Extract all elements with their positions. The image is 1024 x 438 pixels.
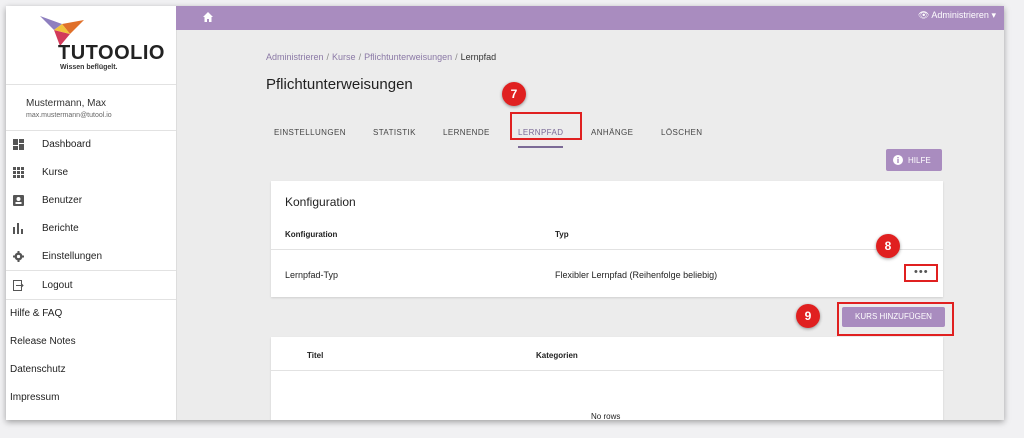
breadcrumb: Administrieren / Kurse / Pflichtunterweisung… (266, 52, 496, 62)
callout-badge-8: 8 (876, 234, 900, 258)
column-header-konfiguration: Konfiguration (285, 230, 338, 239)
sidebar-link-release-notes[interactable]: Release Notes (6, 328, 176, 356)
breadcrumb-link[interactable]: Kurse (332, 52, 356, 62)
callout-highlight-menu (904, 264, 938, 282)
sidebar-link-label: Impressum (10, 392, 60, 403)
sidebar-item-label: Benutzer (42, 195, 83, 206)
breadcrumb-separator: / (358, 52, 362, 62)
sidebar-item-einstellungen[interactable]: Einstellungen (6, 242, 176, 270)
eye-icon: 👁 (917, 10, 930, 20)
app-window: TUTOOLIO Wissen beflügelt. Mustermann, M… (6, 6, 1004, 420)
config-row-type: Flexibler Lernpfad (Reihenfolge beliebig… (555, 270, 718, 280)
column-header-titel: Titel (307, 351, 324, 360)
admin-menu-label: Administrieren (931, 10, 989, 20)
brand-tagline: Wissen beflügelt. (60, 64, 118, 71)
config-card: Konfiguration Konfiguration Typ Lernpfad… (271, 181, 943, 297)
callout-badge-7: 7 (502, 82, 526, 106)
grid-icon (13, 167, 24, 178)
sidebar-item-berichte[interactable]: Berichte (6, 214, 176, 242)
brand-name: TUTOOLIO (58, 42, 165, 64)
add-course-button[interactable]: KURS HINZUFÜGEN (842, 307, 945, 327)
admin-menu[interactable]: 👁 Administrieren ▾ (918, 10, 996, 21)
empty-table-message: No rows (591, 412, 621, 420)
divider (271, 370, 943, 371)
sidebar-item-label: Kurse (42, 167, 69, 178)
sidebar-link-privacy[interactable]: Datenschutz (6, 356, 176, 384)
sidebar-link-label: Hilfe & FAQ (10, 308, 63, 319)
breadcrumb-separator: / (326, 52, 330, 62)
tab-lernende[interactable]: LERNENDE (443, 120, 490, 146)
sidebar-item-kurse[interactable]: Kurse (6, 158, 176, 186)
sidebar-item-label: Dashboard (42, 139, 91, 150)
tab-statistik[interactable]: STATISTIK (373, 120, 416, 146)
user-info: Mustermann, Max max.mustermann@tutool.io (6, 86, 176, 131)
user-name: Mustermann, Max (26, 98, 107, 109)
tab-einstellungen[interactable]: EINSTELLUNGEN (274, 120, 346, 146)
top-bar: 👁 Administrieren ▾ (176, 6, 1004, 30)
column-header-typ: Typ (555, 230, 569, 239)
tab-loeschen[interactable]: LÖSCHEN (661, 120, 702, 146)
sidebar: TUTOOLIO Wissen beflügelt. Mustermann, M… (6, 6, 177, 420)
tab-anhaenge[interactable]: ANHÄNGE (591, 120, 633, 146)
sidebar-nav: Dashboard Kurse Benutzer Berichte Einste… (6, 130, 176, 412)
divider (271, 249, 943, 250)
sidebar-link-label: Datenschutz (10, 364, 66, 375)
sidebar-item-dashboard[interactable]: Dashboard (6, 130, 176, 158)
column-header-kategorien: Kategorien (536, 351, 578, 360)
sidebar-item-label: Berichte (42, 223, 79, 234)
info-icon (893, 155, 903, 165)
course-table: Titel Kategorien No rows (271, 337, 943, 420)
page-title: Pflichtunterweisungen (266, 76, 413, 93)
breadcrumb-link[interactable]: Pflichtunterweisungen (364, 52, 452, 62)
callout-badge-9: 9 (796, 304, 820, 328)
breadcrumb-current: Lernpfad (460, 52, 497, 62)
dashboard-icon (13, 139, 24, 150)
bar-chart-icon (13, 223, 23, 234)
caret-down-icon: ▾ (991, 10, 996, 20)
help-button-label: HILFE (908, 156, 931, 165)
home-icon[interactable] (202, 11, 214, 23)
sidebar-link-label: Release Notes (10, 336, 76, 347)
brand-logo[interactable]: TUTOOLIO Wissen beflügelt. (6, 6, 176, 85)
sidebar-item-benutzer[interactable]: Benutzer (6, 186, 176, 214)
sidebar-item-label: Einstellungen (42, 251, 103, 262)
config-card-title: Konfiguration (285, 195, 356, 209)
user-email: max.mustermann@tutool.io (26, 112, 112, 119)
help-button[interactable]: HILFE (886, 149, 942, 171)
breadcrumb-link[interactable]: Administrieren (266, 52, 324, 62)
sidebar-item-logout[interactable]: Logout (6, 270, 176, 299)
main-content: Administrieren / Kurse / Pflichtunterweisung… (176, 30, 1004, 420)
sidebar-link-help[interactable]: Hilfe & FAQ (6, 299, 176, 328)
callout-highlight-tab (510, 112, 582, 140)
sidebar-item-label: Logout (42, 280, 73, 291)
user-card-icon (13, 195, 24, 206)
gear-icon (13, 251, 24, 262)
breadcrumb-separator: / (455, 52, 458, 62)
logout-icon (13, 280, 24, 291)
config-row-name: Lernpfad-Typ (285, 270, 339, 280)
sidebar-link-imprint[interactable]: Impressum (6, 384, 176, 412)
